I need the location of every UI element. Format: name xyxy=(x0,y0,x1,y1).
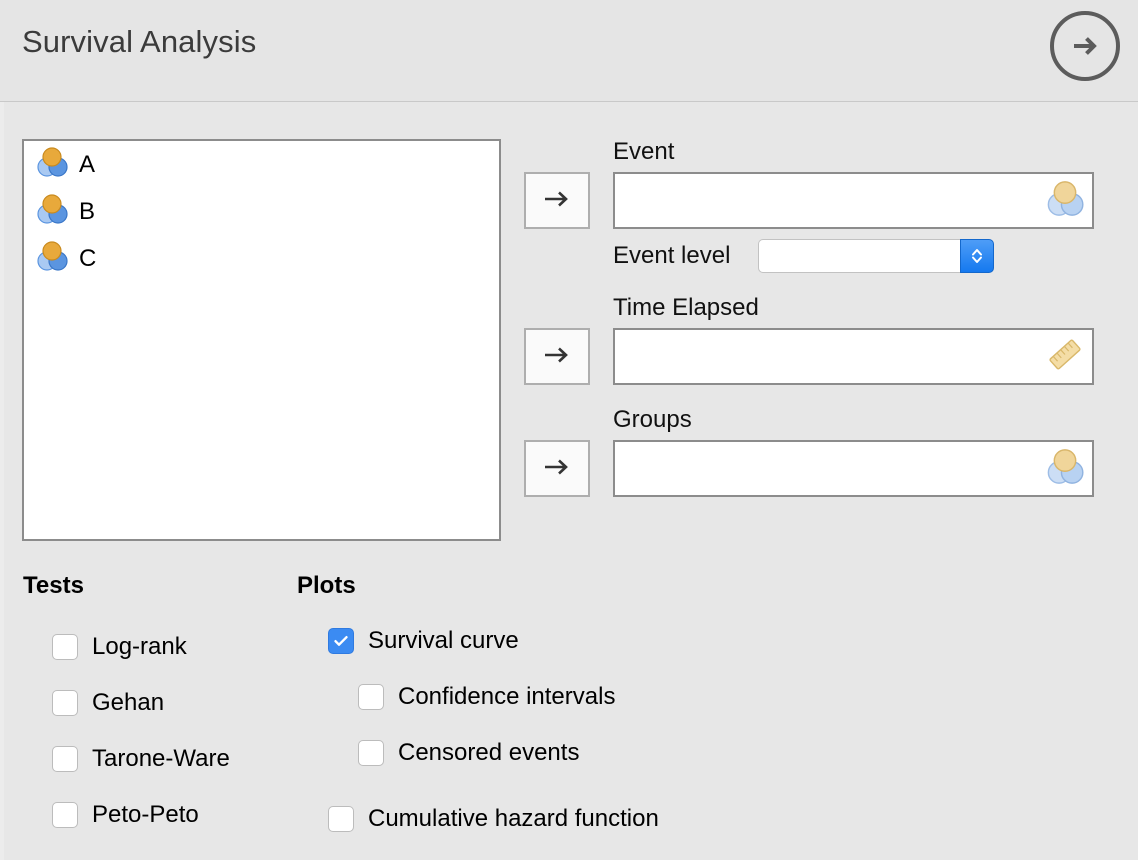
list-item[interactable]: A xyxy=(24,141,499,188)
checkbox-box[interactable] xyxy=(52,802,78,828)
event-dropzone[interactable] xyxy=(613,172,1094,229)
list-item[interactable]: C xyxy=(24,235,499,282)
checkbox-label: Confidence intervals xyxy=(398,683,616,710)
checkbox-label: Peto-Peto xyxy=(92,801,199,828)
nominal-icon xyxy=(1046,180,1084,221)
checkbox-censored-events[interactable]: Censored events xyxy=(358,739,579,767)
nominal-icon xyxy=(36,147,68,182)
plots-section-title: Plots xyxy=(297,572,356,599)
chevron-up-down-icon[interactable] xyxy=(960,239,994,273)
checkbox-label: Gehan xyxy=(92,689,165,716)
checkbox-box[interactable] xyxy=(52,746,78,772)
checkbox-label: Cumulative hazard function xyxy=(368,805,659,832)
checkbox-log-rank[interactable]: Log-rank xyxy=(52,633,187,661)
time-elapsed-transfer-button[interactable] xyxy=(524,328,590,385)
list-item[interactable]: B xyxy=(24,188,499,235)
event-level-select[interactable] xyxy=(758,239,994,273)
checkbox-label: Survival curve xyxy=(368,627,519,654)
check-icon xyxy=(334,636,348,646)
groups-dropzone[interactable] xyxy=(613,440,1094,497)
checkbox-box[interactable] xyxy=(328,628,354,654)
arrow-right-icon xyxy=(542,457,572,480)
list-item-label: B xyxy=(79,197,96,225)
window-left-edge xyxy=(0,0,4,860)
checkbox-tarone-ware[interactable]: Tarone-Ware xyxy=(52,745,230,773)
checkbox-label: Tarone-Ware xyxy=(92,745,230,772)
checkbox-box[interactable] xyxy=(52,690,78,716)
checkbox-box[interactable] xyxy=(328,806,354,832)
variable-list[interactable]: A B C xyxy=(22,139,501,541)
list-item-label: C xyxy=(79,244,97,272)
event-level-label: Event level xyxy=(613,242,731,269)
checkbox-gehan[interactable]: Gehan xyxy=(52,689,164,717)
run-analysis-button[interactable] xyxy=(1050,11,1120,81)
arrow-right-icon xyxy=(542,345,572,368)
checkbox-peto-peto[interactable]: Peto-Peto xyxy=(52,801,199,829)
arrow-right-icon xyxy=(542,189,572,212)
nominal-icon xyxy=(1046,448,1084,489)
groups-transfer-button[interactable] xyxy=(524,440,590,497)
header-divider xyxy=(0,101,1138,102)
nominal-icon xyxy=(36,241,68,276)
checkbox-label: Log-rank xyxy=(92,633,187,660)
event-transfer-button[interactable] xyxy=(524,172,590,229)
panel-header: Survival Analysis xyxy=(0,0,1138,102)
checkbox-confidence-intervals[interactable]: Confidence intervals xyxy=(358,683,615,711)
time-elapsed-dropzone[interactable] xyxy=(613,328,1094,385)
checkbox-box[interactable] xyxy=(52,634,78,660)
checkbox-label: Censored events xyxy=(398,739,580,766)
groups-label: Groups xyxy=(613,406,692,433)
checkbox-box[interactable] xyxy=(358,740,384,766)
checkbox-cumulative-hazard-function[interactable]: Cumulative hazard function xyxy=(328,805,659,833)
tests-section-title: Tests xyxy=(23,572,84,599)
arrow-right-circle-icon xyxy=(1067,28,1103,64)
checkbox-box[interactable] xyxy=(358,684,384,710)
event-level-value xyxy=(758,239,960,273)
event-label: Event xyxy=(613,138,675,165)
page-title: Survival Analysis xyxy=(22,24,257,59)
ruler-icon xyxy=(1046,335,1084,378)
time-elapsed-label: Time Elapsed xyxy=(613,294,759,321)
checkbox-survival-curve[interactable]: Survival curve xyxy=(328,627,519,655)
list-item-label: A xyxy=(79,150,96,178)
nominal-icon xyxy=(36,194,68,229)
